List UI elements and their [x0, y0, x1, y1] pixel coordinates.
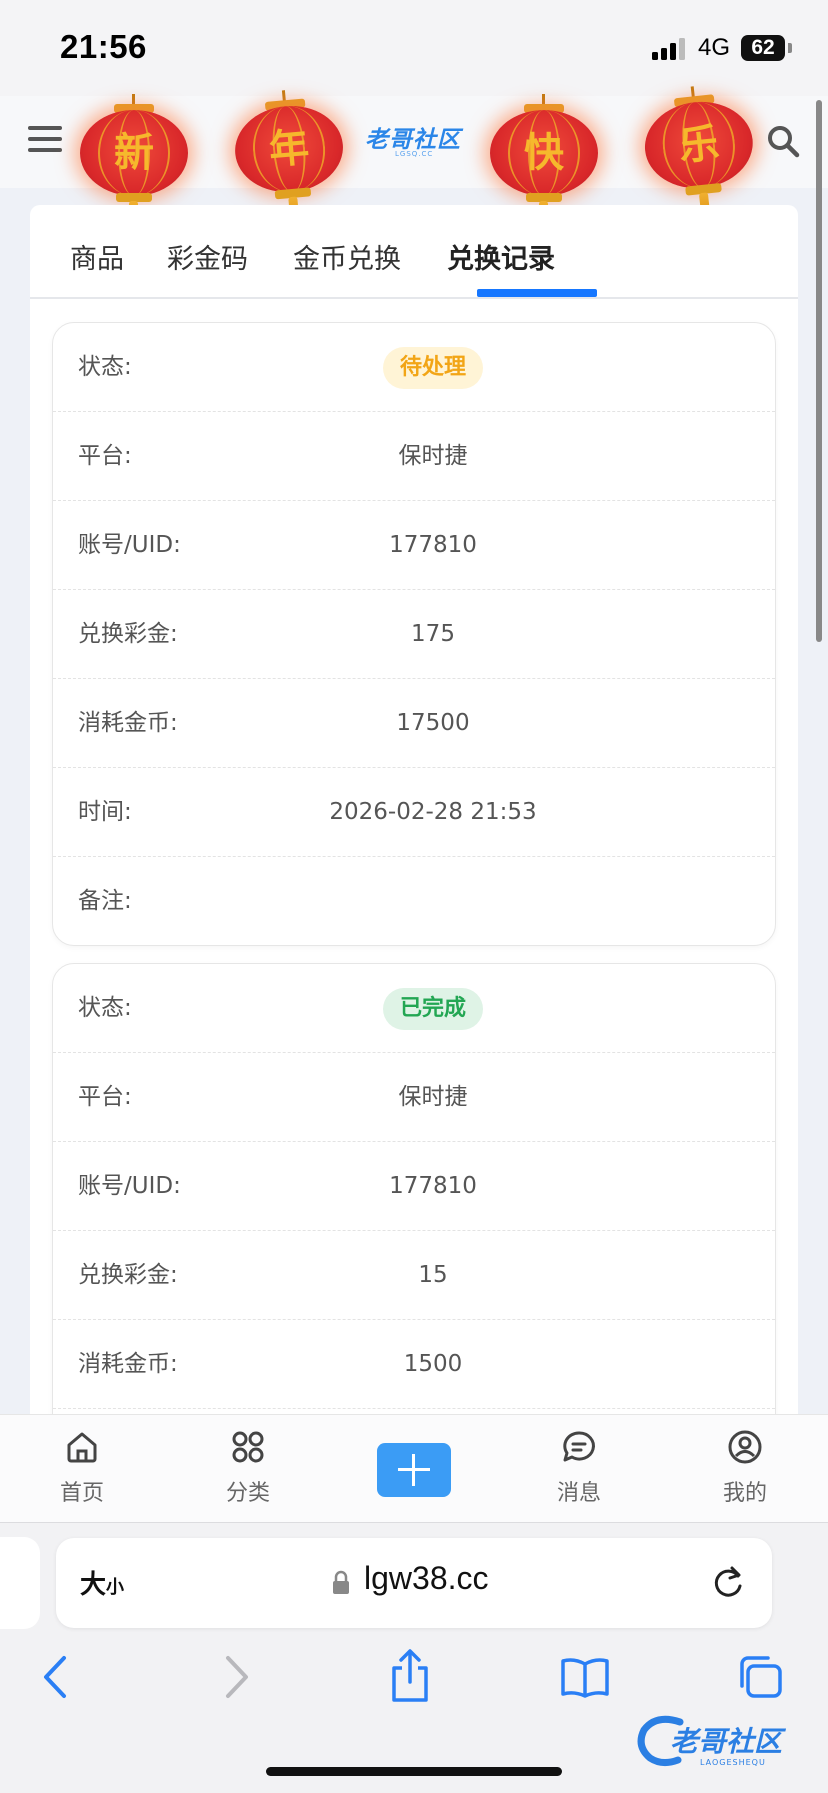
tab-coin-exchange[interactable]: 金币兑换 — [293, 237, 401, 276]
coins-value: 1500 — [403, 1351, 463, 1377]
record-row-bonus: 兑换彩金: 175 — [53, 590, 775, 679]
back-icon[interactable] — [40, 1652, 70, 1702]
platform-label: 平台: — [78, 443, 132, 469]
lantern-char: 快 — [524, 129, 564, 176]
text-size-button[interactable]: 大小 — [80, 1564, 124, 1601]
coins-label: 消耗金币: — [78, 710, 178, 736]
network-type: 4G — [698, 34, 731, 61]
tab-bonus-code[interactable]: 彩金码 — [167, 237, 248, 276]
record-row-time: 时间: 2026-02-28 21:53 — [53, 768, 775, 857]
plus-icon[interactable] — [377, 1443, 451, 1497]
tab-bar: 商品 彩金码 金币兑换 兑换记录 — [30, 205, 798, 297]
address-bar[interactable]: 大小 lgw38.cc — [56, 1538, 772, 1628]
nav-category[interactable]: 分类 — [203, 1429, 293, 1507]
nav-messages[interactable]: 消息 — [534, 1429, 624, 1507]
bonus-label: 兑换彩金: — [78, 1262, 178, 1288]
watermark-subtext: LAOGESHEQU — [700, 1758, 766, 1767]
coins-value: 17500 — [396, 710, 470, 736]
uid-value: 177810 — [389, 1173, 477, 1199]
battery-icon: 62 — [741, 35, 785, 61]
site-logo[interactable]: 老哥社区 LGSQ.CC — [365, 120, 469, 162]
note-label: 备注: — [78, 888, 132, 914]
platform-label: 平台: — [78, 1084, 132, 1110]
bottom-nav: 首页 分类 消息 我的 — [0, 1414, 828, 1523]
user-icon — [728, 1430, 762, 1464]
platform-value: 保时捷 — [398, 1084, 468, 1110]
bonus-value: 15 — [418, 1262, 448, 1288]
logo-subtext: LGSQ.CC — [395, 150, 434, 158]
coins-label: 消耗金币: — [78, 1351, 178, 1377]
watermark-logo: 老哥社区 LAOGESHEQU — [636, 1712, 816, 1772]
status-badge: 待处理 — [382, 347, 483, 389]
status-bar: 21:56 4G 62 — [0, 0, 828, 96]
menu-icon[interactable] — [28, 126, 62, 159]
record-row-uid: 账号/UID: 177810 — [53, 501, 775, 590]
lantern-char: 乐 — [676, 119, 722, 171]
search-icon[interactable] — [766, 124, 800, 158]
previous-tab-peek[interactable] — [0, 1537, 40, 1629]
platform-value: 保时捷 — [398, 443, 468, 469]
exchange-record-card: 状态: 待处理 平台: 保时捷 账号/UID: 177810 兑换彩金: 175… — [52, 322, 776, 946]
uid-value: 177810 — [389, 532, 477, 558]
share-icon[interactable] — [388, 1648, 432, 1704]
status-label: 状态: — [78, 354, 132, 380]
record-row-uid: 账号/UID: 177810 — [53, 1142, 775, 1231]
reload-icon[interactable] — [710, 1562, 746, 1602]
record-row-coins: 消耗金币: 1500 — [53, 1320, 775, 1409]
nav-home[interactable]: 首页 — [37, 1429, 127, 1507]
nav-messages-label: 消息 — [556, 1481, 601, 1506]
grid-icon — [232, 1431, 264, 1463]
message-icon — [563, 1431, 595, 1462]
battery-tip — [788, 43, 792, 53]
lock-icon — [333, 1570, 349, 1594]
home-icon — [67, 1432, 97, 1463]
bonus-value: 175 — [411, 621, 455, 647]
scrollbar[interactable] — [816, 100, 822, 642]
active-tab-indicator — [477, 289, 597, 297]
uid-label: 账号/UID: — [78, 532, 181, 558]
time-label: 时间: — [78, 799, 132, 825]
tab-goods[interactable]: 商品 — [70, 237, 124, 276]
exchange-record-card: 状态: 已完成 平台: 保时捷 账号/UID: 177810 兑换彩金: 15 … — [52, 963, 776, 1445]
lantern-char: 年 — [267, 123, 311, 174]
record-row-status: 状态: 待处理 — [53, 323, 775, 412]
tab-exchange-records[interactable]: 兑换记录 — [447, 237, 555, 276]
status-label: 状态: — [78, 995, 132, 1021]
record-row-platform: 平台: 保时捷 — [53, 1053, 775, 1142]
nav-profile[interactable]: 我的 — [700, 1429, 790, 1507]
home-indicator — [266, 1767, 562, 1776]
time-value: 2026-02-28 21:53 — [329, 799, 537, 825]
record-row-note: 备注: — [53, 857, 775, 945]
logo-text: 老哥社区 — [365, 127, 461, 153]
nav-category-label: 分类 — [225, 1481, 270, 1506]
bookmarks-icon[interactable] — [560, 1656, 610, 1698]
record-row-status: 状态: 已完成 — [53, 964, 775, 1053]
site-header: 新 年 老哥社区 LGSQ.CC 快 乐 — [0, 86, 828, 233]
bonus-label: 兑换彩金: — [78, 621, 178, 647]
signal-icon — [652, 38, 685, 60]
record-row-coins: 消耗金币: 17500 — [53, 679, 775, 768]
url-text[interactable]: lgw38.cc — [364, 1560, 489, 1597]
forward-icon[interactable] — [222, 1652, 252, 1702]
uid-label: 账号/UID: — [78, 1173, 181, 1199]
watermark-text: 老哥社区 — [670, 1725, 783, 1758]
tabs-icon[interactable] — [736, 1654, 784, 1700]
record-row-platform: 平台: 保时捷 — [53, 412, 775, 501]
lantern-char: 新 — [114, 129, 154, 176]
status-time: 21:56 — [60, 28, 147, 65]
nav-home-label: 首页 — [59, 1481, 104, 1506]
nav-profile-label: 我的 — [722, 1481, 767, 1506]
record-row-bonus: 兑换彩金: 15 — [53, 1231, 775, 1320]
status-badge: 已完成 — [382, 988, 483, 1030]
